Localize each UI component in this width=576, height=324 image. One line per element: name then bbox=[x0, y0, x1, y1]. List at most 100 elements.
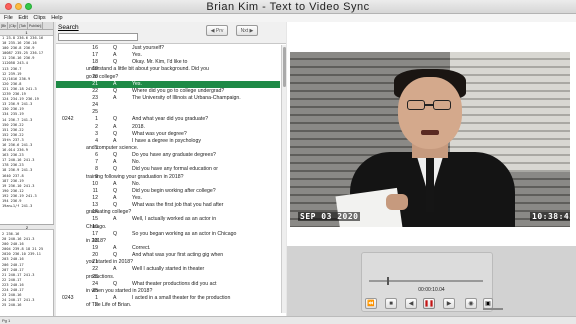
transcript-line[interactable]: 24 bbox=[56, 102, 280, 109]
transcript-line[interactable]: 11 Q Did you begin working after college? bbox=[56, 188, 280, 195]
transcript-line[interactable]: 9 training following your graduation in 2… bbox=[56, 174, 280, 181]
search-label: Search bbox=[58, 24, 79, 31]
transcript-sp: A bbox=[113, 94, 117, 101]
transcript-line: 13 bbox=[92, 202, 98, 209]
transcript-text: Did you begin working after college? bbox=[132, 187, 216, 194]
transcript-line: 2 bbox=[95, 123, 98, 130]
transcript-line[interactable]: 21 you started in 2018? bbox=[56, 259, 280, 266]
pause-icon[interactable]: ❚❚ bbox=[423, 298, 435, 309]
stop-icon[interactable]: ■ bbox=[385, 298, 397, 309]
transcript-sp: Q bbox=[113, 130, 118, 137]
transcript-line[interactable]: 7 A No. bbox=[56, 159, 280, 166]
transcript-line[interactable]: 15 A Well, I actually worked as an actor i… bbox=[56, 216, 280, 223]
transcript-text: Just yourself? bbox=[132, 45, 165, 51]
seek-knob[interactable] bbox=[387, 277, 390, 285]
index-tab[interactable]: [Clip bbox=[8, 22, 19, 29]
transcript-line[interactable]: 12 A Yes. bbox=[56, 195, 280, 202]
search-prev-button[interactable]: ◀ Prv bbox=[206, 25, 228, 36]
step-back-icon[interactable]: ◀ bbox=[405, 298, 417, 309]
transcript-line: 21 bbox=[92, 80, 98, 87]
transcript-line: 3 bbox=[95, 130, 98, 137]
transcript-line[interactable]: 21 A Yes. bbox=[56, 80, 280, 88]
menu-help[interactable]: Help bbox=[51, 14, 62, 22]
transcript-line[interactable]: 18 in 2018? bbox=[56, 238, 280, 245]
transcript-line: 25 bbox=[92, 109, 98, 116]
index-tab[interactable]: [Tab bbox=[18, 22, 28, 29]
transcript-line[interactable]: 0242 1 Q And what year did you graduate? bbox=[56, 116, 280, 123]
menu-edit[interactable]: Edit bbox=[18, 14, 27, 22]
transcript-line[interactable]: 13 Q What was the first job that you had a… bbox=[56, 202, 280, 209]
transcript-line[interactable]: 17 A Yes. bbox=[56, 52, 280, 59]
transcript-line[interactable]: 25 in when you started in 2018? bbox=[56, 288, 280, 295]
seek-bar[interactable] bbox=[369, 277, 483, 285]
word-index-list[interactable]: 2 236.16 20 240.16 241.3 200 240.16 2004 23… bbox=[0, 232, 54, 308]
transcript-line[interactable]: 4 A I have a degree in psychology bbox=[56, 138, 280, 145]
transcript-text: Do you have any graduate degrees? bbox=[132, 152, 216, 159]
transcript-line[interactable]: 16 Chicago. bbox=[56, 224, 280, 231]
search-input[interactable] bbox=[58, 33, 138, 41]
transcript-line[interactable]: 24 Q What theater productions did you act bbox=[56, 281, 280, 288]
transcript-text: Where did you go to college undergrad? bbox=[132, 87, 225, 94]
transcript-sp: A bbox=[113, 80, 117, 87]
rewind-icon[interactable]: ⏪ bbox=[365, 298, 377, 309]
transcript-scrollbar[interactable] bbox=[281, 45, 286, 313]
transcript-sp: Q bbox=[113, 59, 118, 66]
index-entry[interactable]: 25 240.16 bbox=[2, 303, 54, 308]
transcript-line[interactable]: 2 A 2018. bbox=[56, 124, 280, 131]
transcript-line[interactable]: 2 of The Life of Brian. bbox=[56, 302, 280, 309]
scrollbar-thumb[interactable] bbox=[283, 47, 286, 87]
index-entry[interactable]: 19an+1/f 241.3 bbox=[2, 204, 53, 209]
word-index-list[interactable]: 1 23.8 236.6 236.16 10 235.16 236.16 100 2… bbox=[0, 36, 53, 209]
transcript-line: 20 bbox=[92, 252, 98, 259]
search-next-button[interactable]: Nxt ▶ bbox=[236, 25, 258, 36]
transcript-line[interactable]: 14 graduating college? bbox=[56, 209, 280, 216]
transcript-sp: Q bbox=[113, 152, 118, 159]
video-frame[interactable]: SEP 03 2020 10:38:43 bbox=[290, 52, 570, 227]
transcript-line: 4 bbox=[95, 137, 98, 144]
transcript-line[interactable]: 8 Q Did you have any formal education or bbox=[56, 166, 280, 173]
transcript-line[interactable]: 3 Q What was your degree? bbox=[56, 131, 280, 138]
video-panel: SEP 03 2020 10:38:43 00:00:10.04 ⏪ ■ ◀ ❚… bbox=[287, 22, 576, 316]
transcript-line[interactable]: 20 go to college? bbox=[56, 74, 280, 81]
transcript-line[interactable]: 23 productions. bbox=[56, 274, 280, 281]
index-tab[interactable]: Publish] bbox=[28, 22, 44, 29]
transcript-line[interactable]: 10 A No. bbox=[56, 181, 280, 188]
transcript-line[interactable]: 18 Q Okay. Mr. Kim, I'd like to bbox=[56, 59, 280, 66]
transcript-text: What was your degree? bbox=[132, 130, 187, 137]
transcript-line[interactable]: 19 understand a little bit about your bac… bbox=[56, 66, 280, 73]
transcript-line[interactable]: 5 and computer science. bbox=[56, 145, 280, 152]
transcript-line[interactable]: 6 Q Do you have any graduate degrees? bbox=[56, 152, 280, 159]
volume-slider[interactable] bbox=[483, 308, 503, 310]
index-tab[interactable]: [Bh bbox=[0, 22, 9, 29]
transcript-line[interactable]: 22 Q Where did you go to college undergrad… bbox=[56, 88, 280, 95]
transcript-line[interactable]: 23 A The University of Illinois at Urbana-… bbox=[56, 95, 280, 102]
transcript-sp: Q bbox=[113, 45, 118, 51]
speaker-tie bbox=[426, 152, 434, 212]
transcript-line[interactable]: 17 Q So you began working as an actor in C… bbox=[56, 231, 280, 238]
transcript-sp: A bbox=[113, 52, 117, 59]
speaker-mouth bbox=[421, 130, 439, 135]
menu-clips[interactable]: Clips bbox=[33, 14, 45, 22]
transcript-text: Yes. bbox=[132, 194, 142, 201]
transcript-line[interactable]: 16 Q Just yourself? bbox=[56, 45, 280, 52]
transcript-line[interactable]: 19 A Correct. bbox=[56, 245, 280, 252]
transcript-text: of The Life of Brian. bbox=[86, 302, 132, 309]
transcript-line[interactable]: 20 Q And what was your first acting gig wh… bbox=[56, 252, 280, 259]
transcript-line: 8 bbox=[95, 166, 98, 173]
transcript-line: 15 bbox=[92, 216, 98, 223]
transcript-line: 23 bbox=[92, 94, 98, 101]
transcript-sp: A bbox=[113, 294, 117, 301]
transcript-lines[interactable]: 16 Q Just yourself? 17 A Yes. 18 Q Okay. Mr. Kim… bbox=[56, 45, 280, 313]
transcript-text: in when you started in 2018? bbox=[86, 287, 153, 294]
transcript-line: 22 bbox=[92, 266, 98, 273]
transcript-text: Yes. bbox=[132, 80, 142, 87]
step-forward-icon[interactable]: ▶ bbox=[443, 298, 455, 309]
menu-file[interactable]: File bbox=[4, 14, 13, 22]
video-area: SEP 03 2020 10:38:43 bbox=[287, 22, 576, 246]
transcript-line[interactable]: 22 A Well I actually started in theater bbox=[56, 266, 280, 273]
transcript-line[interactable]: 25 bbox=[56, 109, 280, 116]
title-bar: Brian Kim - Text to Video Sync bbox=[0, 0, 576, 14]
camera-icon[interactable]: ◉ bbox=[465, 298, 477, 309]
transcript-line[interactable]: 0243 1 A I acted in a small theater for the… bbox=[56, 295, 280, 302]
transcript-line: 18 bbox=[92, 59, 98, 66]
